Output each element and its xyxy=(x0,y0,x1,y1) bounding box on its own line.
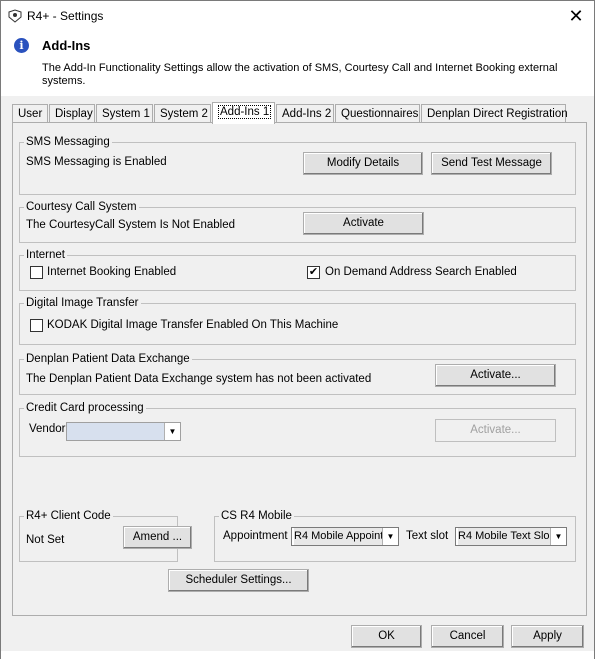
tab-questionnaires[interactable]: Questionnaires xyxy=(335,104,420,123)
tab-user[interactable]: User xyxy=(12,104,48,123)
appointment-select[interactable]: R4 Mobile Appoint ▼ xyxy=(291,527,399,546)
credit-card-activate-button: Activate... xyxy=(435,419,556,442)
appointment-label: Appointment xyxy=(223,530,288,542)
apply-button[interactable]: Apply xyxy=(511,625,584,648)
modify-details-button[interactable]: Modify Details xyxy=(303,152,423,175)
chevron-down-icon: ▼ xyxy=(164,423,180,440)
tab-display[interactable]: Display xyxy=(49,104,95,123)
vendor-label: Vendor xyxy=(29,423,66,435)
settings-window: R4+ - Settings ✕ i Add-Ins The Add-In Fu… xyxy=(0,0,595,659)
tab-add-ins-2[interactable]: Add-Ins 2 xyxy=(276,104,334,123)
tab-add-ins-1[interactable]: Add-Ins 1 xyxy=(212,102,275,124)
cancel-button[interactable]: Cancel xyxy=(431,625,504,648)
checkmark-icon: ✔ xyxy=(308,266,319,278)
text-slot-label: Text slot xyxy=(406,530,449,542)
courtesy-call-status: The CourtesyCall System Is Not Enabled xyxy=(26,219,236,231)
tab-system-1[interactable]: System 1 xyxy=(96,104,153,123)
text-slot-value: R4 Mobile Text Slo xyxy=(458,528,550,545)
digital-image-legend: Digital Image Transfer xyxy=(26,297,139,309)
internet-legend: Internet xyxy=(26,249,65,261)
chevron-down-icon: ▼ xyxy=(550,528,566,545)
kodak-label: KODAK Digital Image Transfer Enabled On … xyxy=(47,319,339,331)
appointment-value: R4 Mobile Appoint xyxy=(294,528,384,545)
denplan-activate-button[interactable]: Activate... xyxy=(435,364,556,387)
kodak-checkbox[interactable] xyxy=(30,319,43,332)
tab-strip: User Display System 1 System 2 Add-Ins 1… xyxy=(12,102,587,124)
tab-denplan-direct-registration[interactable]: Denplan Direct Registration xyxy=(421,104,568,123)
app-icon xyxy=(8,9,22,23)
amend-button[interactable]: Amend ... xyxy=(123,526,192,549)
title-bar: R4+ - Settings ✕ xyxy=(1,1,594,31)
address-search-label: On Demand Address Search Enabled xyxy=(325,266,517,278)
denplan-legend: Denplan Patient Data Exchange xyxy=(26,353,190,365)
courtesy-call-legend: Courtesy Call System xyxy=(26,201,137,213)
send-test-message-button[interactable]: Send Test Message xyxy=(431,152,552,175)
denplan-status: The Denplan Patient Data Exchange system… xyxy=(26,373,372,385)
info-icon: i xyxy=(14,38,29,53)
window-title: R4+ - Settings xyxy=(27,9,104,23)
ok-button[interactable]: OK xyxy=(351,625,422,648)
scheduler-settings-button[interactable]: Scheduler Settings... xyxy=(168,569,309,592)
internet-booking-label: Internet Booking Enabled xyxy=(47,266,177,278)
close-button[interactable]: ✕ xyxy=(562,4,590,28)
chevron-down-icon: ▼ xyxy=(382,528,398,545)
internet-booking-checkbox[interactable] xyxy=(30,266,43,279)
credit-card-legend: Credit Card processing xyxy=(26,402,144,414)
client-code-value: Not Set xyxy=(26,534,65,546)
sms-legend: SMS Messaging xyxy=(26,136,110,148)
page-header: i Add-Ins The Add-In Functionality Setti… xyxy=(1,31,594,96)
sms-status: SMS Messaging is Enabled xyxy=(26,156,167,168)
client-code-legend: R4+ Client Code xyxy=(26,510,111,522)
vendor-select[interactable]: ▼ xyxy=(66,422,181,441)
tab-system-2[interactable]: System 2 xyxy=(154,104,211,123)
window-bottom-edge xyxy=(1,651,594,659)
close-icon: ✕ xyxy=(568,6,584,26)
page-title: Add-Ins xyxy=(42,38,91,53)
add-ins-1-panel: SMS Messaging SMS Messaging is Enabled M… xyxy=(12,122,587,616)
text-slot-select[interactable]: R4 Mobile Text Slo ▼ xyxy=(455,527,567,546)
address-search-checkbox[interactable]: ✔ xyxy=(307,266,320,279)
mobile-legend: CS R4 Mobile xyxy=(221,510,292,522)
page-description: The Add-In Functionality Settings allow … xyxy=(42,62,558,87)
courtesy-call-activate-button[interactable]: Activate xyxy=(303,212,424,235)
